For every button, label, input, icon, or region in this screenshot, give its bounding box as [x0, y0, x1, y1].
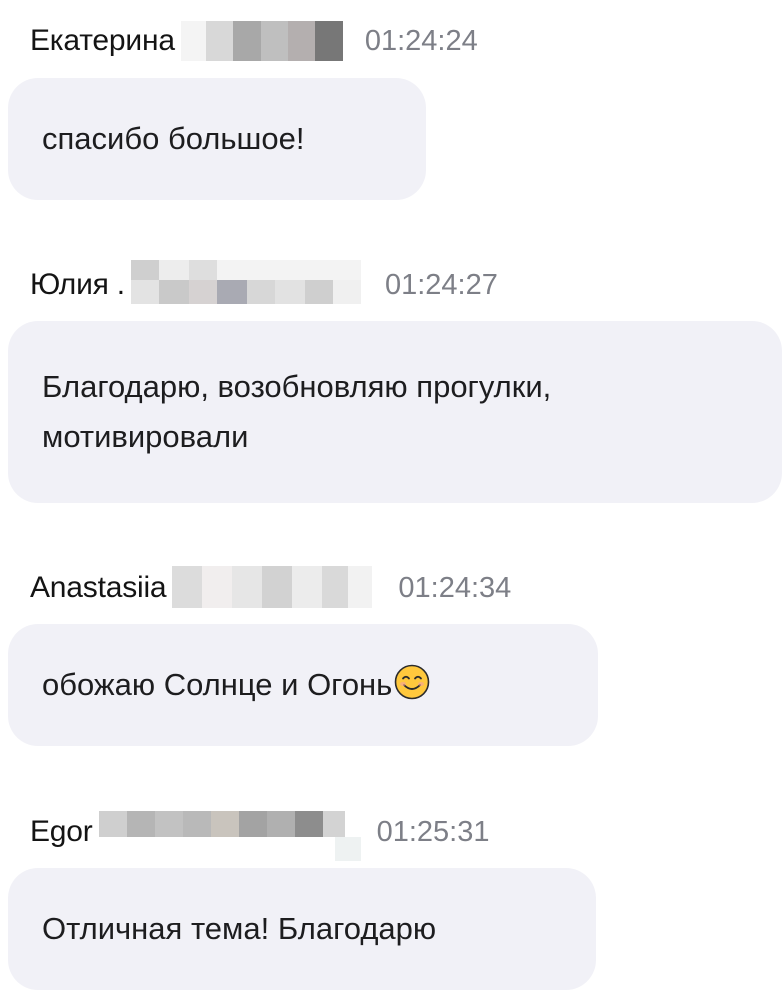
redacted-surname	[172, 566, 373, 608]
message-header: Юлия . 01:24:27	[30, 260, 498, 305]
message-bubble: Отличная тема! Благодарю	[8, 868, 596, 990]
message-header: Anastasiia 01:24:34	[30, 566, 512, 608]
author-name[interactable]: Екатерина	[30, 24, 175, 58]
timestamp: 01:24:34	[398, 571, 512, 604]
message-header: Egor 01:25:31	[30, 811, 490, 861]
timestamp: 01:24:24	[364, 24, 478, 57]
timestamp: 01:24:27	[384, 268, 498, 301]
author-name[interactable]: Юлия .	[30, 268, 125, 302]
message-text-wrapper: обожаю Солнце и Огонь	[42, 660, 430, 710]
message-bubble: Благодарю, возобновляю прогулки, мотивир…	[8, 321, 782, 503]
message-text: Отличная тема! Благодарю	[42, 911, 437, 946]
author-name[interactable]: Anastasiia	[30, 571, 167, 605]
redacted-surname	[130, 260, 361, 304]
smiling-face-icon	[395, 664, 430, 700]
message-bubble: обожаю Солнце и Огонь	[8, 624, 598, 746]
redacted-surname	[98, 811, 361, 861]
message-text: спасибо большое!	[42, 121, 305, 156]
author-name[interactable]: Egor	[30, 815, 93, 849]
timestamp: 01:25:31	[376, 815, 490, 848]
redacted-surname	[180, 21, 343, 61]
message-bubble: спасибо большое!	[8, 78, 426, 200]
message-text: Благодарю, возобновляю прогулки, мотивир…	[42, 369, 552, 454]
message-header: Екатерина 01:24:24	[30, 21, 478, 61]
message-text: обожаю Солнце и Огонь	[42, 667, 393, 702]
